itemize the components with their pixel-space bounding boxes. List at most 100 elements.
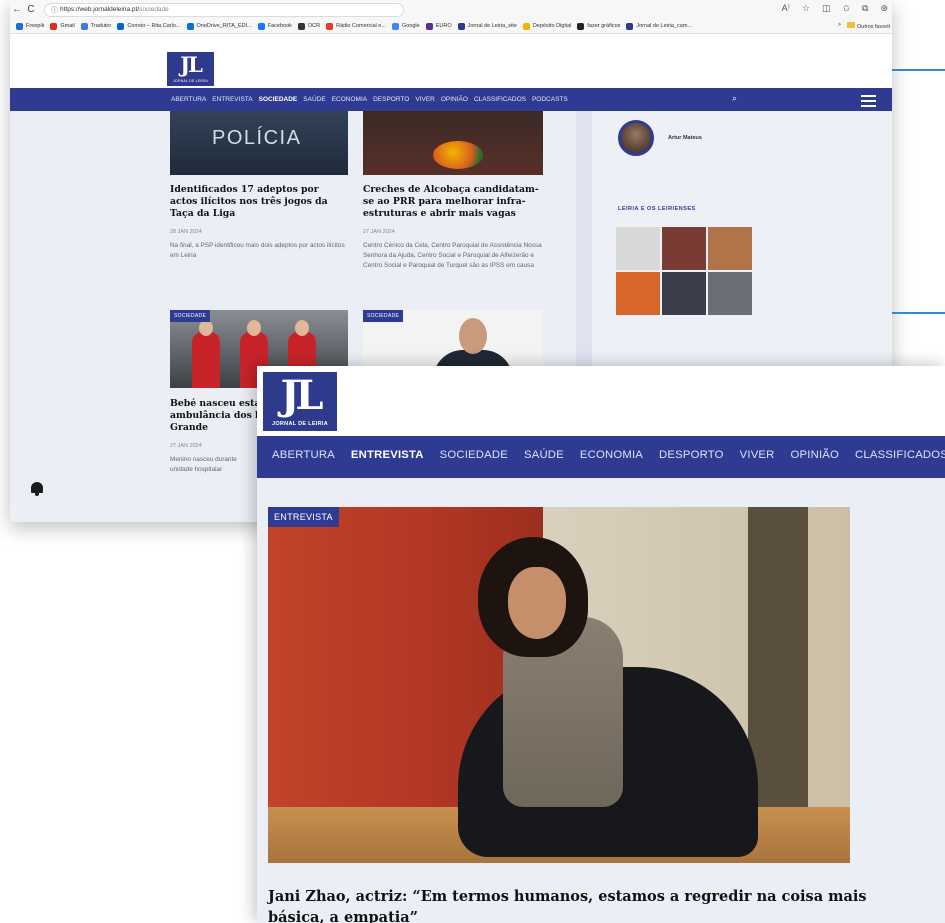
nav-item-saude[interactable]: SAÚDE (524, 449, 564, 461)
person-head (459, 318, 487, 354)
article-image[interactable]: POLÍCIA (170, 111, 348, 175)
site-info-icon[interactable]: ⓘ (51, 5, 60, 15)
nav-item-entrevista[interactable]: ENTREVISTA (351, 449, 424, 461)
flower-arrangement (433, 141, 483, 169)
article-excerpt: Na final, a PSP identificou mais dois ad… (170, 242, 345, 259)
nav-item-classificados[interactable]: CLASSIFICADOS (474, 96, 526, 103)
bookmark-label: Jornal de Leiria_cam... (636, 23, 693, 29)
nav-item-opiniao[interactable]: OPINIÃO (441, 96, 468, 103)
search-icon[interactable]: ⌕ (732, 93, 737, 104)
nav-item-desporto[interactable]: DESPORTO (659, 449, 724, 461)
article-headline[interactable]: Jani Zhao, actriz: “Em termos humanos, e… (268, 886, 908, 923)
bookmark-item[interactable]: Rádio Comercial e... (326, 22, 386, 30)
title-line: Grande (170, 422, 209, 433)
read-aloud-icon[interactable]: A⁾ (782, 3, 790, 14)
article-title[interactable]: Creches de Alcobaça candidatam-se ao PRR… (363, 184, 543, 220)
collections-icon[interactable]: ⧉ (862, 3, 868, 14)
nav-item-abertura[interactable]: ABERTURA (171, 96, 206, 103)
nav-item-saude[interactable]: SAÚDE (303, 96, 325, 103)
nav-item-desporto[interactable]: DESPORTO (373, 96, 409, 103)
bookmark-item[interactable]: Facebook (257, 22, 292, 30)
folder-icon (846, 22, 855, 28)
main-navigation: ABERTURA ENTREVISTA SOCIEDADE SAÚDE ECONOMIA… (257, 436, 945, 478)
jornal-de-leiria-logo[interactable]: JL JORNAL DE LEIRIA (263, 372, 337, 431)
bookmark-item[interactable]: Google (391, 22, 420, 30)
nav-item-viver[interactable]: VIVER (415, 96, 435, 103)
bookmark-item[interactable]: Depósito Digital (522, 22, 572, 30)
category-tag[interactable]: SOCIEDADE (170, 310, 211, 322)
hamburger-menu-icon[interactable] (861, 95, 876, 110)
excerpt-line: Menino nasceu durante (170, 456, 237, 463)
title-line: Bebé nasceu esta n (170, 398, 271, 409)
bookmark-item[interactable]: Jornal de Leiria_cam... (626, 22, 693, 30)
bookmark-favicon-icon (117, 22, 125, 30)
paramedic-figure (192, 332, 220, 388)
bookmark-item[interactable]: Gmail (50, 22, 75, 30)
bookmark-item[interactable]: Tradutor (80, 22, 112, 30)
gallery-thumbnail[interactable] (708, 227, 752, 270)
gallery-thumbnail[interactable] (616, 272, 660, 315)
bookmark-item[interactable]: Freepik (16, 22, 44, 30)
bookmark-item[interactable]: OneDrive_RITA_EDI... (186, 22, 252, 30)
bookmark-label: OneDrive_RITA_EDI... (196, 23, 252, 29)
gallery-thumbnail[interactable] (708, 272, 752, 315)
article-card[interactable]: Creches de Alcobaça candidatam-se ao PRR… (363, 111, 543, 271)
avatar[interactable] (618, 120, 654, 156)
nav-item-entrevista[interactable]: ENTREVISTA (212, 96, 252, 103)
bookmark-label: Correio – Rita Carlo... (127, 23, 181, 29)
nav-item-opiniao[interactable]: OPINIÃO (791, 449, 839, 461)
category-tag[interactable]: ENTREVISTA (268, 507, 339, 527)
gallery-thumbnail[interactable] (616, 227, 660, 270)
split-screen-icon[interactable]: ◫ (822, 3, 831, 14)
bookmark-label: Gmail (60, 23, 75, 29)
nav-item-podcasts[interactable]: PODCASTS (532, 96, 568, 103)
gallery-thumbnail[interactable] (662, 227, 706, 270)
other-favorites-folder[interactable]: Outros favorit (846, 22, 890, 30)
decorative-line (892, 69, 945, 71)
police-vest-text: POLÍCIA (212, 127, 302, 149)
article-excerpt: Centro Cénico da Cela, Centro Paroquial … (363, 242, 542, 269)
nav-item-viver[interactable]: VIVER (740, 449, 775, 461)
category-tag[interactable]: SOCIEDADE (363, 310, 404, 322)
jornal-de-leiria-logo[interactable]: JL JORNAL DE LEIRIA (167, 52, 214, 86)
article-card[interactable]: POLÍCIA Identificados 17 adeptos por act… (170, 111, 348, 261)
nav-item-economia[interactable]: ECONOMIA (332, 96, 367, 103)
article-title[interactable]: Identificados 17 adeptos por actos ilíci… (170, 184, 348, 220)
nav-item-abertura[interactable]: ABERTURA (272, 449, 335, 461)
bookmark-favicon-icon (391, 22, 399, 30)
bookmark-label: Rádio Comercial e... (336, 23, 386, 29)
address-bar[interactable]: ⓘ https://web.jornaldeleiria.pt/sociedad… (44, 2, 404, 17)
bookmark-favicon-icon (80, 22, 88, 30)
gallery-thumbnail[interactable] (662, 272, 706, 315)
site-header: JL JORNAL DE LEIRIA (257, 366, 945, 436)
logo-name: JORNAL DE LEIRIA (173, 79, 208, 83)
bookmark-item[interactable]: fazer gráficos (577, 22, 620, 30)
other-favorites-label: Outros favorit (856, 24, 890, 30)
columnist-name[interactable]: Artur Mateus (668, 135, 702, 141)
extensions-icon[interactable]: ⊛ (880, 3, 888, 14)
favorite-star-icon[interactable]: ☆ (802, 3, 810, 14)
nav-item-sociedade[interactable]: SOCIEDADE (259, 96, 298, 103)
article-image[interactable] (363, 111, 543, 175)
back-arrow-icon[interactable]: ← (10, 4, 24, 15)
columnist[interactable]: Artur Mateus (618, 120, 702, 156)
bookmark-item[interactable]: Correio – Rita Carlo... (117, 22, 181, 30)
bookmark-label: Tradutor (90, 23, 112, 29)
more-bookmarks-icon[interactable]: > (838, 22, 841, 30)
favorites-icon[interactable]: ✩ (842, 3, 850, 14)
interview-hero-image[interactable] (268, 507, 850, 863)
bookmark-item[interactable]: EURO (425, 22, 452, 30)
bookmark-item[interactable]: OCR (297, 22, 320, 30)
bookmark-item[interactable]: Jornal de Leiria_site (457, 22, 517, 30)
nav-item-sociedade[interactable]: SOCIEDADE (440, 449, 508, 461)
url-host: https://web.jornaldeleiria.pt/ (60, 6, 140, 13)
person-face (508, 567, 566, 639)
bookmark-label: Depósito Digital (532, 23, 572, 29)
notification-bell-icon[interactable] (31, 482, 43, 496)
reload-icon[interactable]: C (24, 4, 38, 15)
sidebar-section-title[interactable]: LEIRIA E OS LEIRIENSES (618, 206, 696, 212)
nav-item-classificados[interactable]: CLASSIFICADOS (855, 449, 945, 461)
nav-item-economia[interactable]: ECONOMIA (580, 449, 643, 461)
bookmark-favicon-icon (577, 22, 585, 30)
bookmark-favicon-icon (186, 22, 194, 30)
